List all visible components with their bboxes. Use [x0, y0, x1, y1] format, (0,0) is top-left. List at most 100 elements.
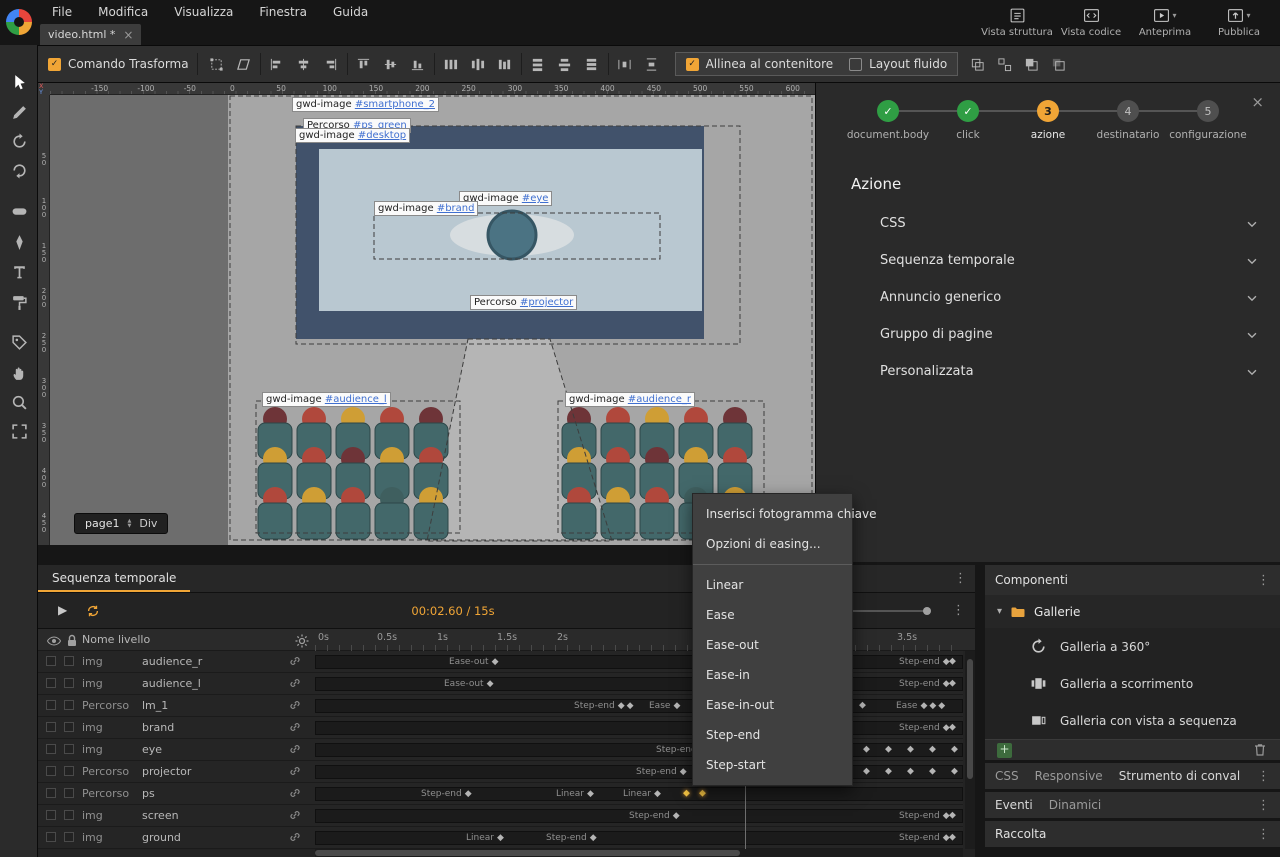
slider-thumb[interactable]: [923, 607, 931, 615]
timeline-layer-ground[interactable]: imggroundLinear◆Step-end◆Step-end◆◆: [38, 827, 963, 849]
group-button[interactable]: [966, 53, 988, 75]
context-menu-item-opzioni-di-easing[interactable]: Opzioni di easing...: [693, 529, 852, 559]
scrollbar-thumb[interactable]: [967, 659, 973, 779]
layer-visibility-toggle[interactable]: [46, 700, 56, 710]
keyframe[interactable]: ◆: [951, 767, 960, 776]
fullscreen-tool[interactable]: [7, 419, 31, 443]
wizard-step-click[interactable]: ✓: [957, 100, 979, 122]
context-menu-item-ease-in-out[interactable]: Ease-in-out: [693, 690, 852, 720]
layer-track[interactable]: Step-end◆◆◆◆◆◆: [315, 743, 963, 757]
keyframe[interactable]: ◆: [863, 745, 872, 754]
page-selector-page[interactable]: page1: [85, 517, 119, 530]
play-button[interactable]: ▶: [58, 603, 67, 617]
timeline-tab[interactable]: Sequenza temporale: [38, 565, 190, 592]
loop-toggle-icon[interactable]: [86, 603, 100, 622]
gear-icon[interactable]: [294, 633, 310, 649]
scrollbar-thumb[interactable]: [315, 850, 740, 856]
align-bottom-button[interactable]: [407, 53, 429, 75]
pencil-tool[interactable]: [7, 100, 31, 124]
align-top-button[interactable]: [353, 53, 375, 75]
timeline-horizontal-scrollbar[interactable]: [315, 849, 963, 857]
link-icon[interactable]: [288, 654, 302, 668]
context-menu-item-step-end[interactable]: Step-end: [693, 720, 852, 750]
top-action-pubblica[interactable]: ▾Pubblica: [1202, 2, 1276, 38]
keyframe[interactable]: ◆: [949, 833, 958, 842]
keyframe[interactable]: Linear◆: [466, 833, 506, 843]
layer-visibility-toggle[interactable]: [46, 678, 56, 688]
zoom-tool[interactable]: [7, 390, 31, 414]
top-action-anteprima[interactable]: ▾Anteprima: [1128, 2, 1202, 38]
menu-finestra[interactable]: Finestra: [259, 5, 307, 19]
layer-visibility-toggle[interactable]: [46, 810, 56, 820]
panel-tab-strumento-di-convalida-de[interactable]: Strumento di convalida de: [1119, 769, 1241, 783]
keyframe[interactable]: Ease◆◆◆: [896, 701, 947, 711]
timeline-ruler[interactable]: 0s0.5s1s1.5s2s3.5s: [315, 629, 963, 651]
keyframe[interactable]: Ease-out◆: [444, 679, 496, 689]
link-icon[interactable]: [288, 808, 302, 822]
link-icon[interactable]: [288, 720, 302, 734]
context-menu-item-inserisci-fotogramma-chiave[interactable]: Inserisci fotogramma chiave: [693, 499, 852, 529]
layer-lock-toggle[interactable]: [64, 766, 74, 776]
send-back-button[interactable]: [1047, 53, 1069, 75]
spacing-h-button[interactable]: [614, 53, 636, 75]
layer-visibility-toggle[interactable]: [46, 744, 56, 754]
layer-visibility-toggle[interactable]: [46, 832, 56, 842]
context-menu-item-ease[interactable]: Ease: [693, 600, 852, 630]
keyframe-selected[interactable]: ◆: [683, 789, 692, 798]
layer-track[interactable]: Ease-out◆Step-end◆◆: [315, 677, 963, 691]
wizard-step-destinatario[interactable]: 4: [1117, 100, 1139, 122]
selection-tool[interactable]: [7, 70, 31, 94]
page-selector[interactable]: page1 ▲▼ Div: [74, 513, 168, 534]
tag-tool[interactable]: [7, 330, 31, 354]
wizard-step-configurazione[interactable]: 5: [1197, 100, 1219, 122]
timeline-layer-screen[interactable]: imgscreenStep-end◆Step-end◆◆: [38, 805, 963, 827]
transform-command-checkbox[interactable]: ✓: [48, 58, 61, 71]
keyframe[interactable]: ◆: [885, 745, 894, 754]
context-menu-item-linear[interactable]: Linear: [693, 570, 852, 600]
link-icon[interactable]: [288, 698, 302, 712]
keyframe[interactable]: Ease-out◆: [449, 657, 501, 667]
keyframe-selected[interactable]: ◆: [699, 789, 708, 798]
component-galleria-con-vista-a-sequenza[interactable]: Galleria con vista a sequenza: [985, 702, 1280, 739]
layer-visibility-toggle[interactable]: [46, 722, 56, 732]
keyframe[interactable]: ◆: [907, 745, 916, 754]
layer-visibility-toggle[interactable]: [46, 766, 56, 776]
align-left-button[interactable]: [266, 53, 288, 75]
panel-menu-icon[interactable]: ⋮: [1257, 769, 1270, 784]
align-center-button[interactable]: [293, 53, 315, 75]
keyframe[interactable]: Step-end◆◆: [574, 701, 636, 711]
timeline-layer-ps[interactable]: PercorsopsStep-end◆Linear◆Linear◆◆◆: [38, 783, 963, 805]
components-menu-icon[interactable]: ⋮: [1257, 573, 1270, 588]
panel-menu-icon[interactable]: ⋮: [1257, 798, 1270, 813]
element-label-audience-l[interactable]: gwd-image #audience_l: [262, 392, 391, 407]
layer-track[interactable]: Step-end◆Step-end◆◆: [315, 809, 963, 823]
loop-icon[interactable]: [86, 604, 100, 618]
keyframe[interactable]: ◆: [863, 767, 872, 776]
component-galleria-a-scorrimento[interactable]: Galleria a scorrimento: [985, 665, 1280, 702]
align-middle-button[interactable]: [380, 53, 402, 75]
distribute-bottom-button[interactable]: [581, 53, 603, 75]
ungroup-button[interactable]: [993, 53, 1015, 75]
transform-box-button[interactable]: [206, 53, 228, 75]
orbit-tool[interactable]: [7, 158, 31, 182]
panel-tab-css[interactable]: CSS: [995, 769, 1019, 783]
keyframe[interactable]: ◆: [907, 767, 916, 776]
layer-visibility-toggle[interactable]: [46, 656, 56, 666]
keyframe[interactable]: Step-end◆: [636, 767, 689, 777]
keyframe[interactable]: ◆: [949, 811, 958, 820]
keyframe[interactable]: Step-end◆: [421, 789, 474, 799]
align-container-group[interactable]: ✓ Allinea al contenitore: [686, 57, 834, 71]
menu-visualizza[interactable]: Visualizza: [174, 5, 233, 19]
eye-icon[interactable]: [46, 633, 62, 649]
transport-menu-icon[interactable]: ⋮: [952, 603, 965, 618]
fluid-layout-checkbox[interactable]: [849, 58, 862, 71]
text-tool[interactable]: [7, 259, 31, 283]
layer-lock-toggle[interactable]: [64, 700, 74, 710]
keyframe[interactable]: Linear◆: [556, 789, 596, 799]
link-icon[interactable]: [288, 676, 302, 690]
spacing-v-button[interactable]: [641, 53, 663, 75]
top-action-vista-struttura[interactable]: Vista struttura: [980, 2, 1054, 38]
timeline-vertical-scrollbar[interactable]: [965, 651, 975, 849]
add-component-button[interactable]: +: [997, 743, 1012, 758]
paint-tool[interactable]: [7, 290, 31, 314]
